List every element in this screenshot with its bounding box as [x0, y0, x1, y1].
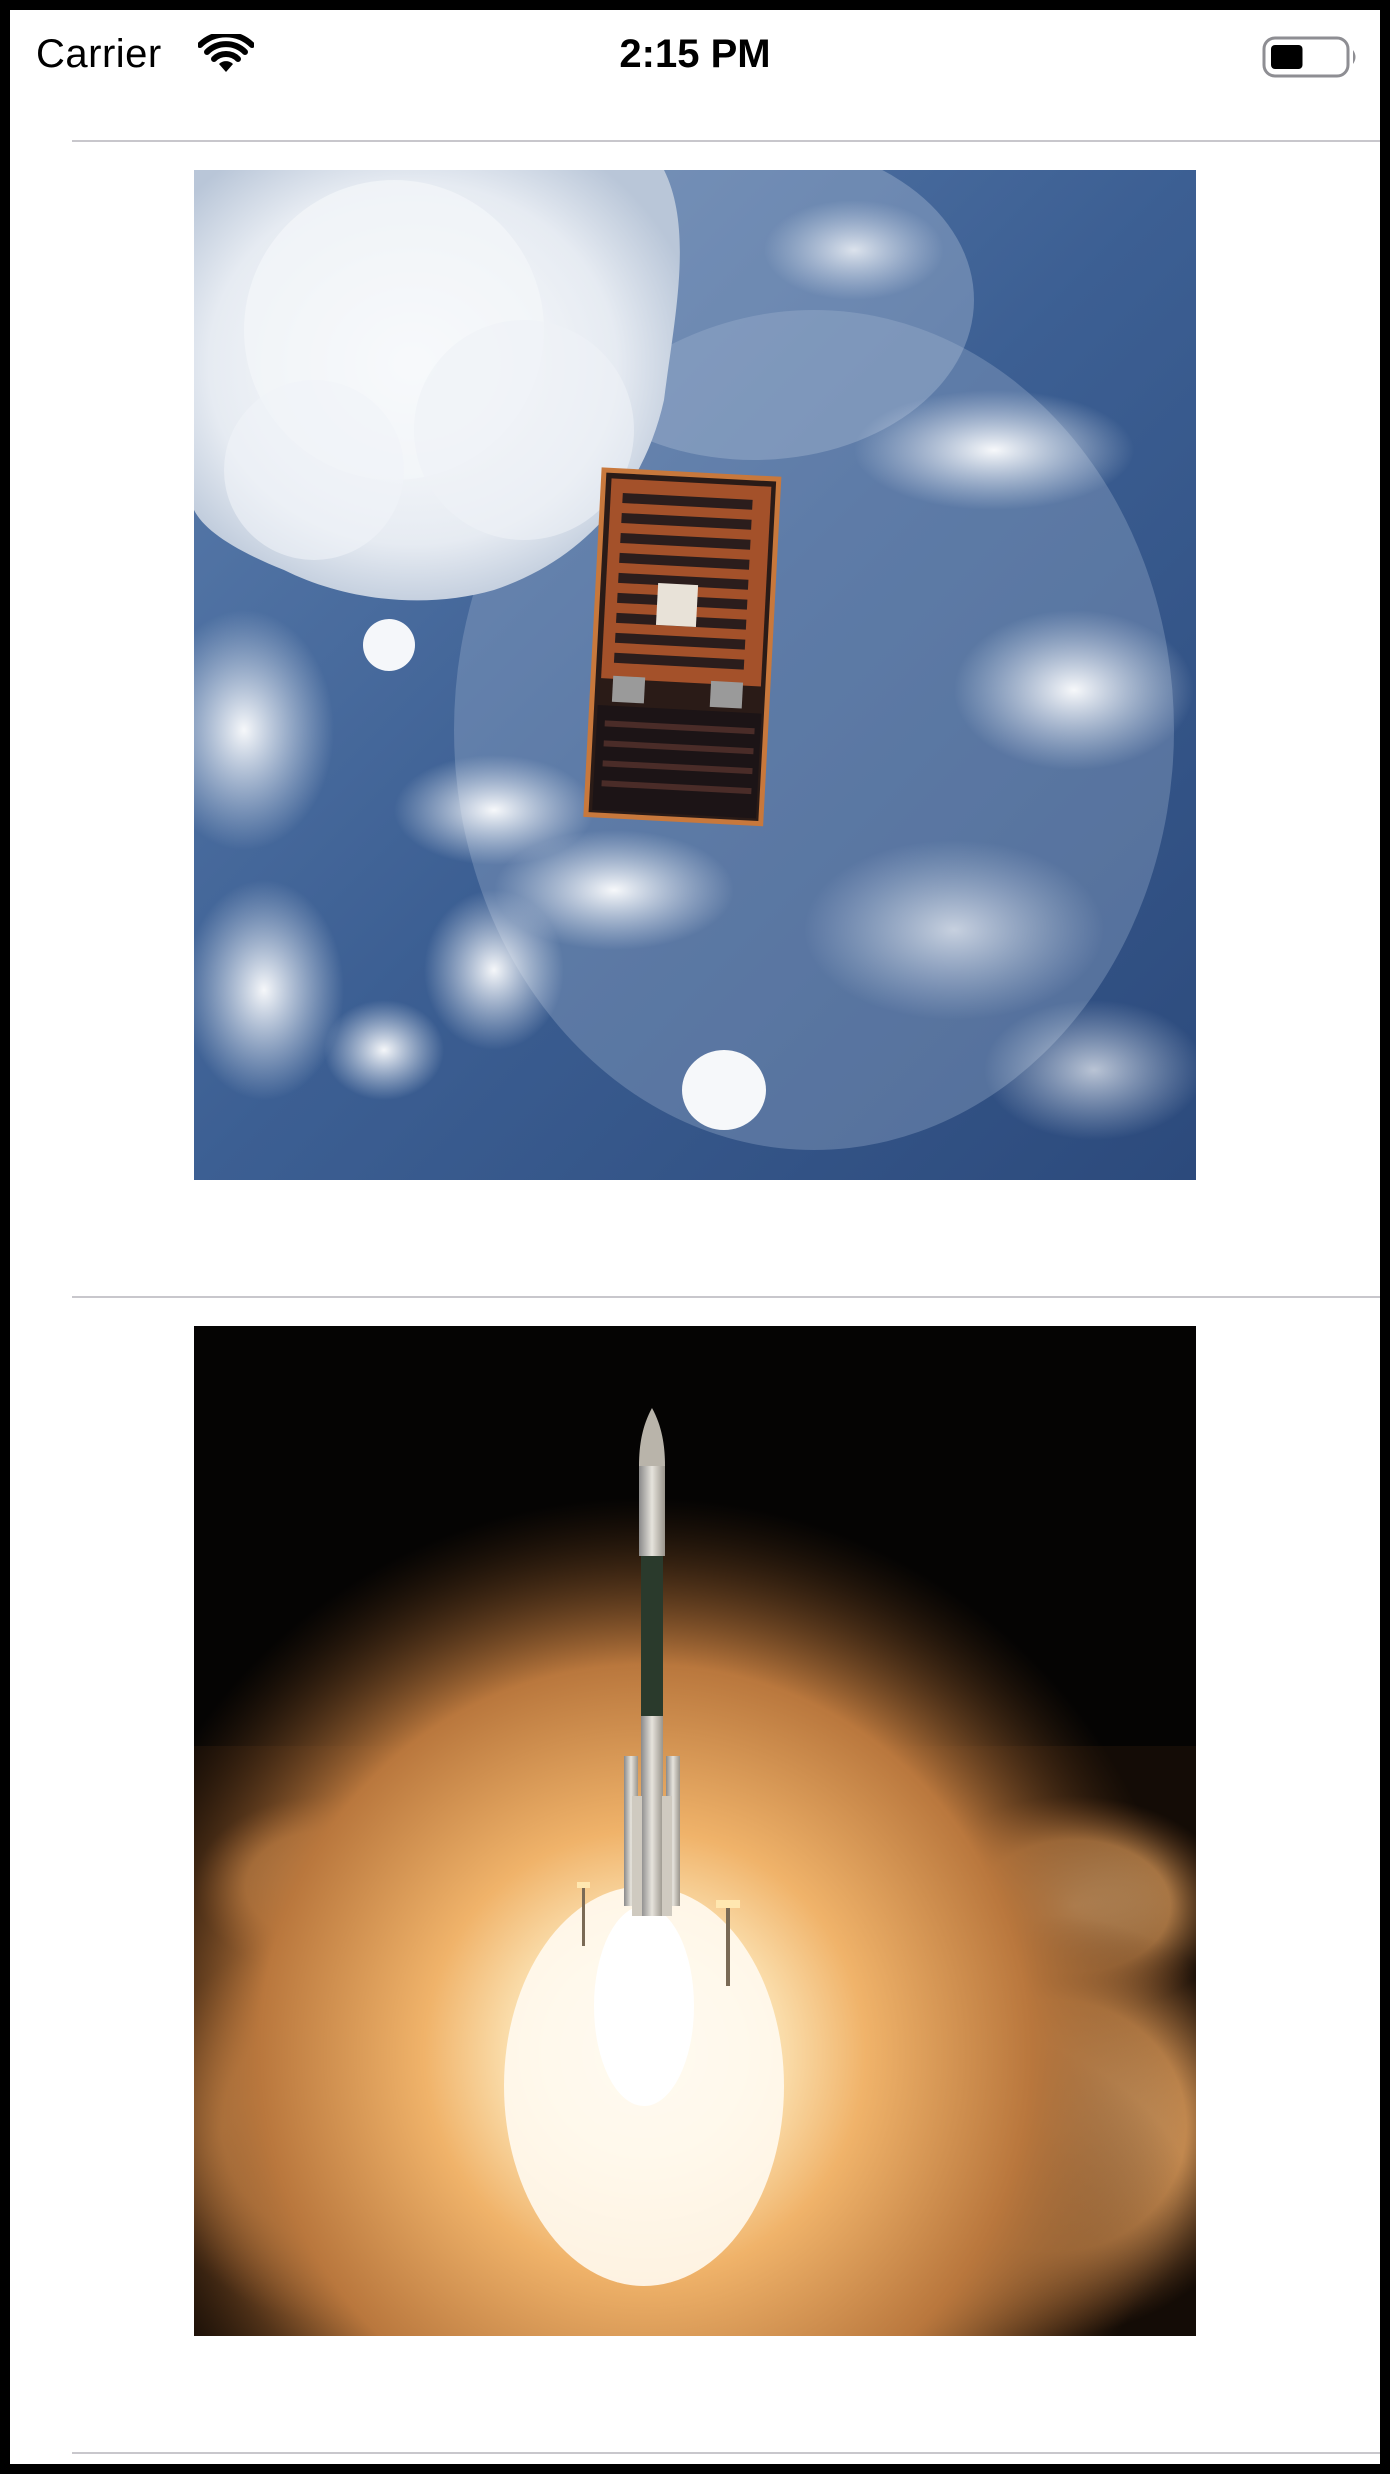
- rocket-launch-image: [194, 1326, 1196, 2336]
- satellite-over-earth-image: [194, 170, 1196, 1180]
- status-bar: Carrier 2:15 PM: [10, 10, 1380, 100]
- image-table[interactable]: [10, 140, 1380, 2464]
- row-separator: [72, 1296, 1380, 1298]
- table-row: [10, 2452, 1380, 2464]
- table-row[interactable]: [10, 140, 1380, 1296]
- phone-screen: Carrier 2:15 PM: [0, 0, 1390, 2474]
- row-separator: [72, 140, 1380, 142]
- table-row[interactable]: [10, 1296, 1380, 2452]
- status-time: 2:15 PM: [619, 32, 771, 76]
- row-separator: [72, 2452, 1380, 2454]
- battery-icon: [1262, 36, 1356, 78]
